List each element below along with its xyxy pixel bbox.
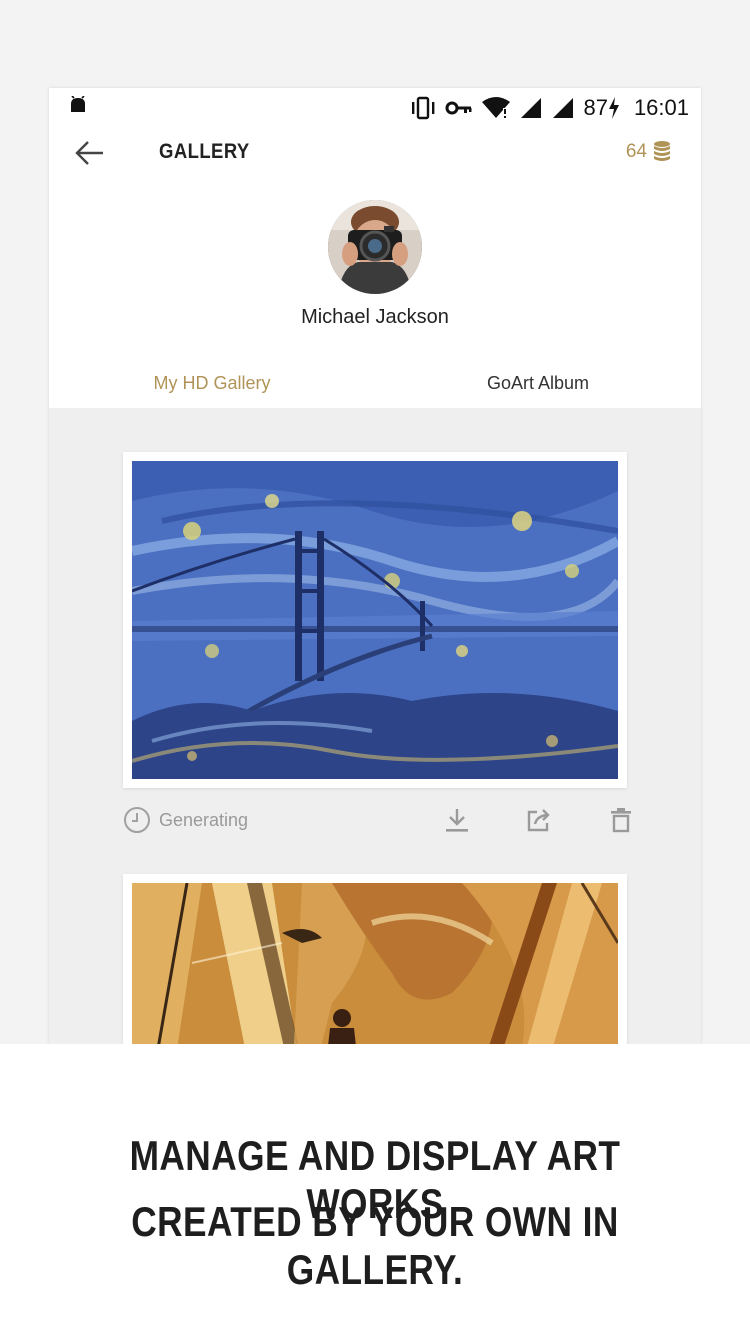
profile-name: Michael Jackson xyxy=(301,306,449,328)
gallery-list[interactable]: Generating xyxy=(49,408,701,1044)
starry-bridge-artwork xyxy=(132,461,618,779)
artwork-card[interactable] xyxy=(123,874,627,1044)
share-icon[interactable] xyxy=(525,806,553,834)
delete-icon[interactable] xyxy=(607,806,635,834)
charging-icon xyxy=(608,97,619,119)
phone-screen: 87 16:01 GALLERY 64 Michael Jackson My H… xyxy=(49,88,701,1044)
status-text: Generating xyxy=(159,809,249,830)
profile-header: Michael Jackson My HD Gallery GoArt Albu… xyxy=(49,178,701,428)
coin-count: 64 xyxy=(625,141,647,162)
status-icons: 87 16:01 xyxy=(409,94,689,122)
signal-icon-2 xyxy=(553,98,574,118)
orange-sketch-artwork xyxy=(132,883,618,1044)
clock: 16:01 xyxy=(633,95,689,120)
status-bar: 87 16:01 xyxy=(49,88,701,128)
download-icon[interactable] xyxy=(443,806,471,834)
artwork-image[interactable] xyxy=(132,461,618,779)
avatar-photo xyxy=(328,200,422,294)
android-icon xyxy=(71,96,85,112)
avatar[interactable] xyxy=(328,200,422,294)
app-bar: GALLERY 64 xyxy=(49,128,701,178)
artwork-actions: Generating xyxy=(123,806,631,836)
promo-caption: MANAGE AND DISPLAY ART WORKS CREATED BY … xyxy=(0,1044,750,1334)
coin-balance[interactable]: 64 xyxy=(626,140,671,164)
artwork-image[interactable] xyxy=(132,883,618,1044)
back-arrow-icon[interactable] xyxy=(73,138,107,168)
vibrate-icon xyxy=(412,96,435,120)
caption-line-2: CREATED BY YOUR OWN IN GALLERY. xyxy=(131,1198,619,1293)
vpn-key-icon xyxy=(445,101,472,115)
battery-level: 87 xyxy=(583,95,608,120)
page-title: GALLERY xyxy=(159,140,250,163)
artwork-card[interactable] xyxy=(123,452,627,788)
signal-icon-1 xyxy=(521,98,542,118)
wifi-icon xyxy=(482,97,511,118)
coins-stack-icon xyxy=(654,141,670,161)
clock-icon xyxy=(124,807,150,833)
generation-status: Generating xyxy=(123,806,248,834)
